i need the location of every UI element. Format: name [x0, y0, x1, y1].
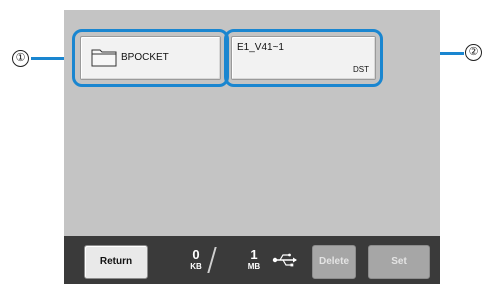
usb-icon [272, 253, 297, 267]
folder-label: BPOCKET [121, 52, 169, 63]
memory-total-value: 1 [250, 247, 258, 262]
set-button[interactable]: Set [368, 245, 430, 279]
callout-1: ① [12, 50, 29, 67]
callout-2: ② [465, 44, 482, 61]
folder-icon [91, 49, 117, 67]
memory-total-unit: MB [247, 262, 261, 271]
file-name: E1_V41~1 [237, 42, 284, 53]
memory-used: 0 KB [184, 248, 208, 272]
file-button-e1-v41[interactable]: E1_V41~1 DST [231, 36, 376, 80]
memory-used-unit: KB [190, 262, 202, 271]
memory-separator [207, 247, 217, 273]
delete-button[interactable]: Delete [312, 245, 356, 279]
file-extension: DST [353, 65, 369, 74]
return-button[interactable]: Return [84, 245, 148, 279]
file-browser-screen: BPOCKET E1_V41~1 DST Return 0 KB 1 MB De… [64, 10, 440, 284]
memory-total: 1 MB [242, 248, 266, 272]
folder-button-bpocket[interactable]: BPOCKET [80, 36, 221, 80]
memory-used-value: 0 [192, 247, 200, 262]
bottom-toolbar: Return 0 KB 1 MB Delete Set [64, 236, 440, 284]
